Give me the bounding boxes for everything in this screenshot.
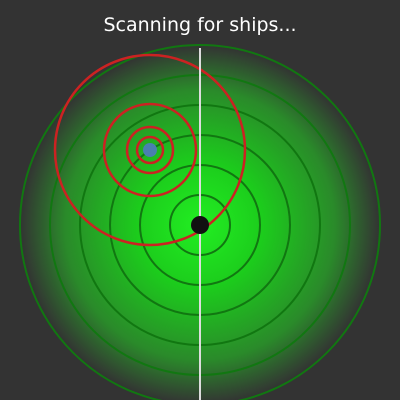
radar-origin: [191, 216, 209, 234]
radar-screen: Scanning for ships...: [0, 0, 400, 400]
radar-display: [19, 44, 381, 400]
ship-blip[interactable]: [143, 143, 157, 157]
status-message: Scanning for ships...: [103, 14, 297, 36]
